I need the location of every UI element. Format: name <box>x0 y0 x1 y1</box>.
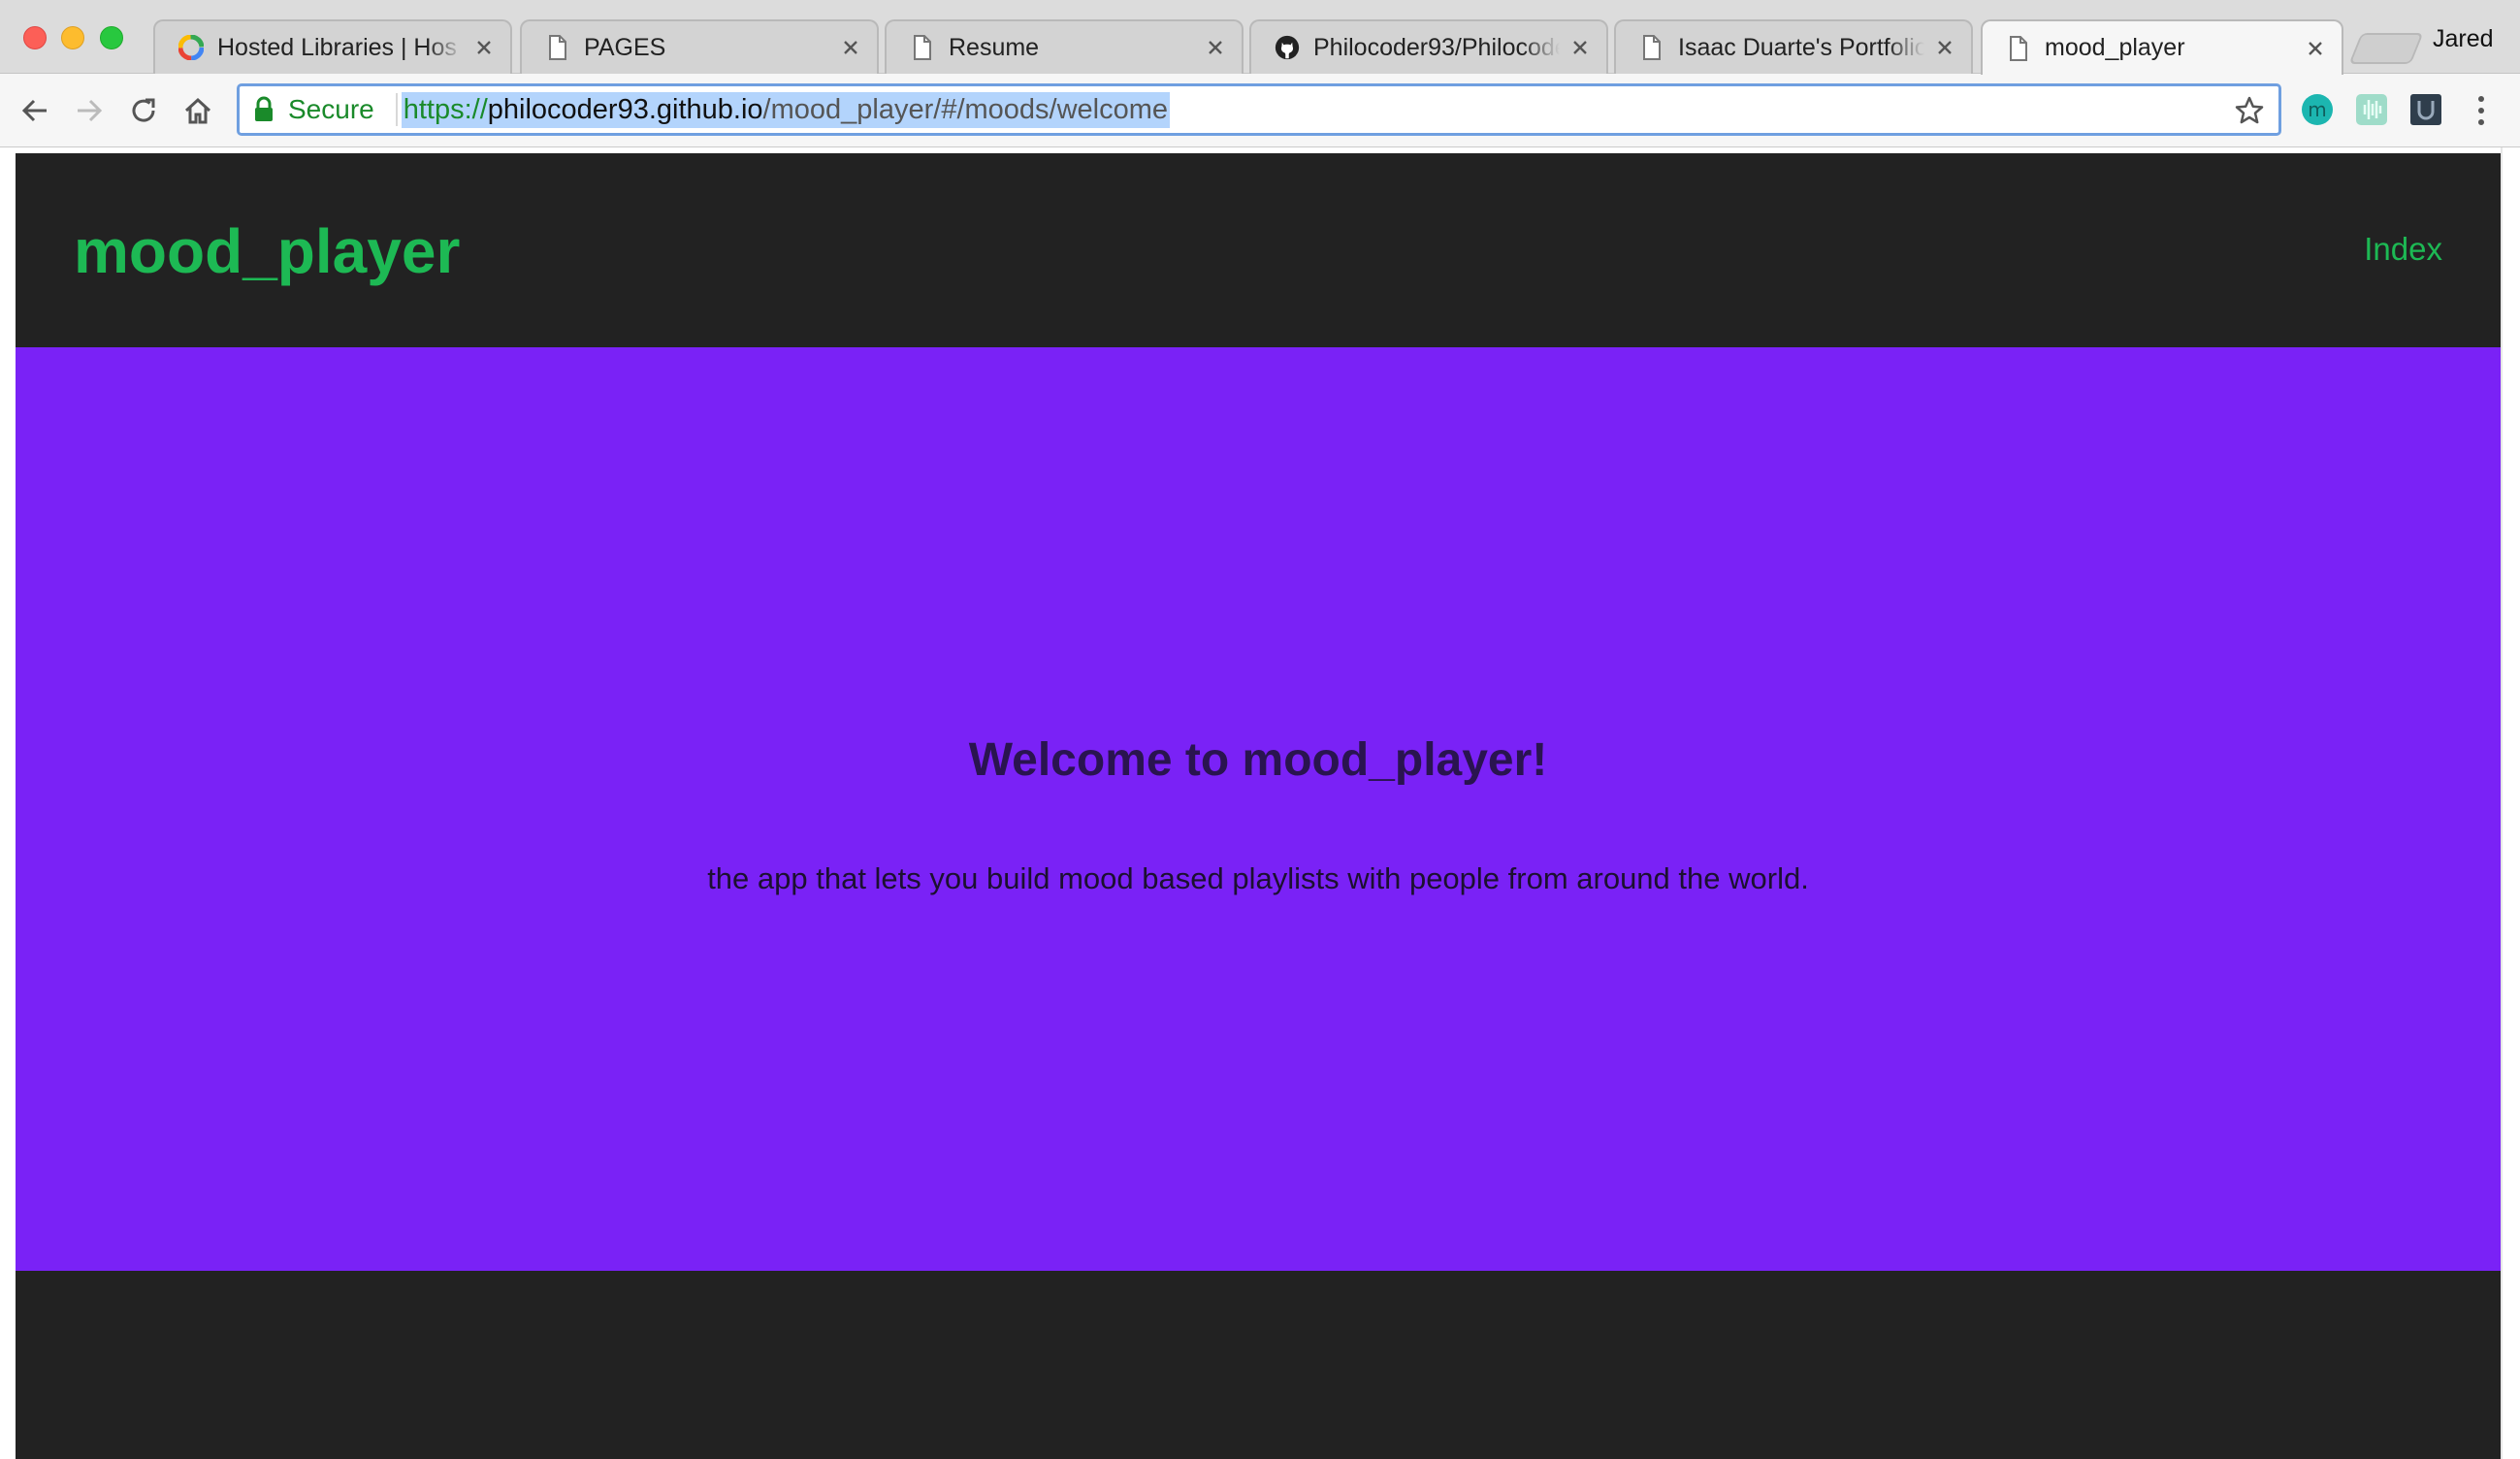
tab-title: Philocoder93/Philocode <box>1313 33 1560 61</box>
url-text[interactable]: https://philocoder93.github.io/mood_play… <box>401 91 1171 128</box>
tab-resume[interactable]: Resume <box>885 19 1244 74</box>
tab-pages[interactable]: PAGES <box>520 19 879 74</box>
close-tab-icon[interactable] <box>1205 37 1226 58</box>
nav-index-link[interactable]: Index <box>2364 231 2442 268</box>
tab-mood-player[interactable]: mood_player <box>1981 19 2343 75</box>
bookmark-star-icon[interactable] <box>2234 95 2265 126</box>
hero-subtitle: the app that lets you build mood based p… <box>707 861 1809 895</box>
site-logo[interactable]: mood_player <box>74 215 460 287</box>
secure-label: Secure <box>288 94 374 124</box>
close-window-button[interactable] <box>23 26 47 49</box>
document-icon <box>910 35 935 60</box>
tab-hosted-libraries[interactable]: Hosted Libraries | Hos <box>153 19 512 74</box>
address-bar[interactable]: Secure https://philocoder93.github.io/mo… <box>237 83 2281 136</box>
u-extension-icon[interactable] <box>2409 93 2442 126</box>
arrow-right-icon <box>78 99 103 122</box>
back-button[interactable] <box>14 89 56 132</box>
tab-title: Hosted Libraries | Hos <box>217 33 457 61</box>
svg-text:m: m <box>2308 98 2326 121</box>
google-logo-icon <box>178 35 204 60</box>
document-icon <box>545 35 570 60</box>
profile-name[interactable]: Jared <box>2433 25 2494 53</box>
close-tab-icon[interactable] <box>2305 38 2326 59</box>
new-tab-button[interactable] <box>2348 33 2424 64</box>
tab-github[interactable]: Philocoder93/Philocode <box>1249 19 1608 74</box>
home-button[interactable] <box>177 89 219 132</box>
m-extension-icon[interactable]: m <box>2301 93 2334 126</box>
hero-section: Welcome to mood_player! the app that let… <box>16 347 2501 1271</box>
url-scheme: https:// <box>403 93 488 125</box>
close-tab-icon[interactable] <box>473 37 495 58</box>
lock-icon <box>255 96 273 121</box>
hero-title: Welcome to mood_player! <box>968 734 1548 786</box>
url-host: philocoder93.github.io <box>487 93 763 125</box>
site-footer <box>16 1271 2501 1459</box>
reload-icon <box>132 98 155 122</box>
tab-title: Isaac Duarte's Portfolio <box>1678 33 1924 61</box>
maximize-window-button[interactable] <box>100 26 123 49</box>
close-tab-icon[interactable] <box>1934 37 1955 58</box>
omnibox-separator <box>395 93 398 126</box>
site-header: mood_player Index <box>16 153 2501 347</box>
tab-strip: Hosted Libraries | Hos PAGES Resume Phil… <box>0 0 2520 75</box>
close-tab-icon[interactable] <box>840 37 861 58</box>
document-icon <box>2006 35 2031 61</box>
close-tab-icon[interactable] <box>1569 37 1591 58</box>
home-icon <box>184 97 211 124</box>
url-path: /mood_player/#/moods/welcome <box>762 93 1169 125</box>
document-icon <box>1639 35 1664 60</box>
reload-button[interactable] <box>122 89 165 132</box>
window-right-edge <box>2501 147 2520 1459</box>
tab-portfolio[interactable]: Isaac Duarte's Portfolio <box>1614 19 1973 74</box>
tab-title: mood_player <box>2045 34 2185 61</box>
browser-window: Hosted Libraries | Hos PAGES Resume Phil… <box>0 0 2520 1459</box>
github-icon <box>1275 35 1300 60</box>
forward-button[interactable] <box>68 89 111 132</box>
browser-toolbar: Secure https://philocoder93.github.io/mo… <box>0 74 2520 147</box>
tab-title: PAGES <box>584 33 666 61</box>
more-menu-icon[interactable] <box>2472 91 2491 130</box>
arrow-left-icon <box>21 99 47 122</box>
minimize-window-button[interactable] <box>61 26 84 49</box>
page-viewport: mood_player Index Welcome to mood_player… <box>16 153 2501 1459</box>
tab-title: Resume <box>949 33 1040 61</box>
audio-wave-extension-icon[interactable] <box>2355 93 2388 126</box>
